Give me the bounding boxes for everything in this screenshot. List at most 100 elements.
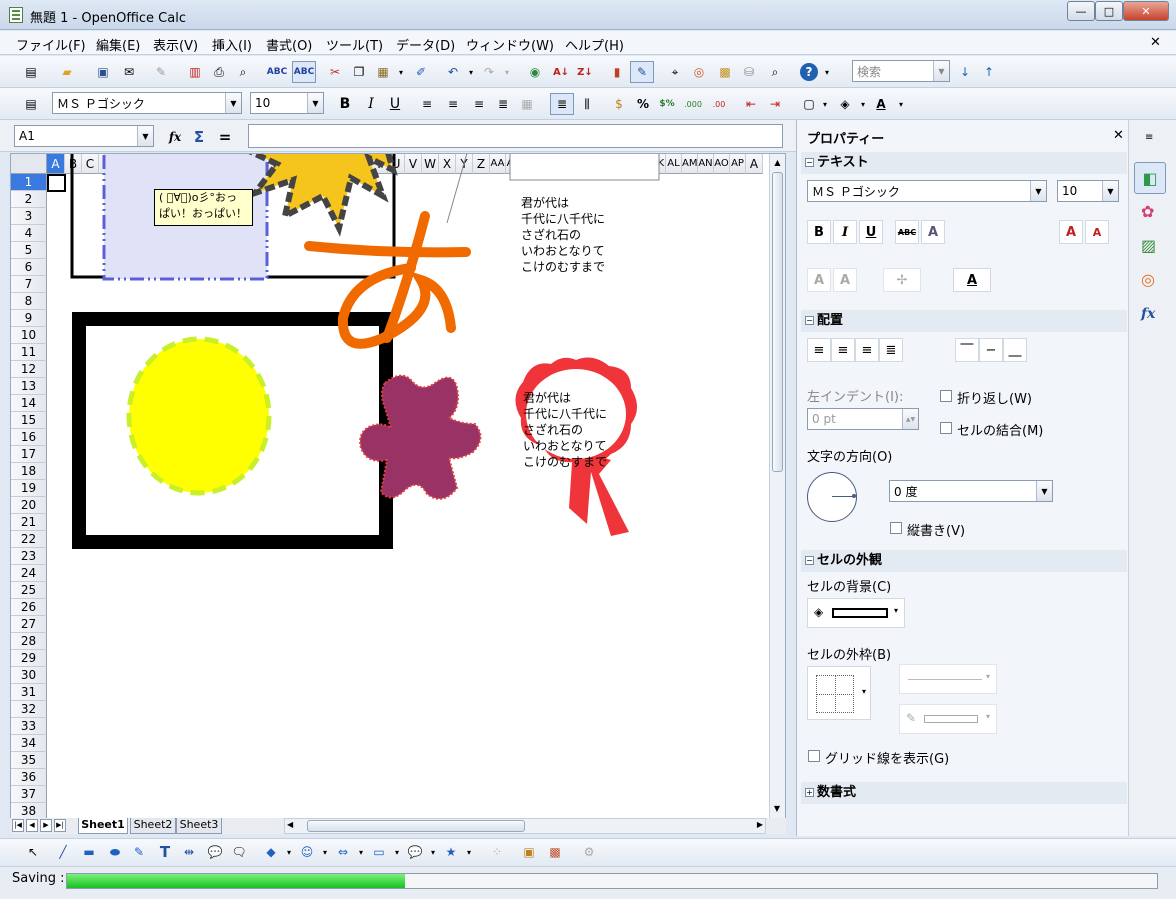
basic-shapes-dropdown-icon[interactable]: ▾ xyxy=(284,843,294,861)
hyperlink-icon[interactable]: ◉ xyxy=(526,63,544,81)
symbol-shapes-icon[interactable]: ☺ xyxy=(298,843,316,861)
formula-input[interactable] xyxy=(248,124,783,148)
first-sheet-icon[interactable]: |◀ xyxy=(12,819,24,832)
vertical-text-icon[interactable]: ⇹ xyxy=(180,843,198,861)
undo-dropdown-icon[interactable]: ▾ xyxy=(466,63,476,81)
insert-image-icon[interactable]: ▩ xyxy=(546,843,564,861)
menu-insert[interactable]: 挿入(I) xyxy=(212,35,252,54)
sum-icon[interactable]: Σ xyxy=(190,128,208,146)
sidebar-font-dropdown-icon[interactable]: ▼ xyxy=(1030,181,1046,201)
export-pdf-icon[interactable]: ▥ xyxy=(186,63,204,81)
angle-dial[interactable] xyxy=(807,472,857,522)
angle-dropdown-icon[interactable]: ▼ xyxy=(1036,481,1052,501)
vertical-align-icon[interactable]: ⫼ xyxy=(578,95,596,113)
sidebar-align-right-icon[interactable]: ≡ xyxy=(855,338,879,362)
stars-icon[interactable]: ★ xyxy=(442,843,460,861)
background-color-icon[interactable]: ◈ xyxy=(836,95,854,113)
stars-dropdown-icon[interactable]: ▾ xyxy=(464,843,474,861)
styles-icon[interactable]: ▤ xyxy=(22,95,40,113)
doc-close-icon[interactable]: ✕ xyxy=(1150,35,1161,50)
minimize-button[interactable]: — xyxy=(1067,1,1095,21)
print-icon[interactable]: ⎙ xyxy=(210,63,228,81)
valign-middle-icon[interactable]: − xyxy=(979,338,1003,362)
grid-checkbox[interactable] xyxy=(808,750,820,762)
poem-plain[interactable]: 君が代は 千代に八千代に さざれ石の いわおとなりて こけのむすまで xyxy=(523,390,671,470)
sidebar-font-size[interactable]: 10 ▼ xyxy=(1057,180,1119,202)
line-style-picker[interactable]: ▾ xyxy=(899,664,997,694)
increase-indent-icon[interactable]: ⇥ xyxy=(766,95,784,113)
functions-tab-icon[interactable]: fx xyxy=(1141,306,1155,322)
sort-ascending-icon[interactable]: A↓ xyxy=(552,63,570,81)
line-color-picker[interactable]: ✎ ▾ xyxy=(899,704,997,734)
navigator-tab-icon[interactable]: ◎ xyxy=(1141,270,1155,289)
bg-color-picker[interactable]: ◈ ▾ xyxy=(807,598,905,628)
menu-help[interactable]: ヘルプ(H) xyxy=(565,35,624,54)
function-wizard-icon[interactable]: fx xyxy=(166,128,184,146)
redo-icon[interactable]: ↷ xyxy=(480,63,498,81)
text-icon[interactable]: T xyxy=(156,843,174,861)
sidebar-justify-icon[interactable]: ≣ xyxy=(879,338,903,362)
sidebar-font-name[interactable]: ＭＳ Ｐゴシック ▼ xyxy=(807,180,1047,202)
sidebar-align-center-icon[interactable]: ≡ xyxy=(831,338,855,362)
rectangle-icon[interactable]: ▬ xyxy=(80,843,98,861)
help-dropdown-icon[interactable]: ▾ xyxy=(822,63,832,81)
vertical-scrollbar[interactable]: ▲ ▼ xyxy=(769,154,785,818)
spreadsheet-grid[interactable]: ABCDEFGHIJKLMNOPQRSTUVWXYZAAABACADAEAFAG… xyxy=(10,153,786,819)
sidebar-font-color-icon[interactable]: A xyxy=(953,268,991,292)
next-sheet-icon[interactable]: ▶ xyxy=(40,819,52,832)
sidebar-italic-button[interactable]: I xyxy=(833,220,857,244)
remove-decimal-icon[interactable]: .00 xyxy=(710,95,728,113)
sidebar-menu-icon[interactable]: ≡ xyxy=(1145,132,1153,143)
currency-icon[interactable]: $ xyxy=(610,95,628,113)
basic-shapes-icon[interactable]: ◆ xyxy=(262,843,280,861)
horizontal-scroll-thumb[interactable] xyxy=(307,820,525,832)
poem-boxed[interactable]: 君が代は 千代に八千代に さざれ石の いわおとなりて こけのむすまで xyxy=(521,195,669,275)
decrease-indent-icon[interactable]: ⇤ xyxy=(742,95,760,113)
section-text[interactable]: − テキスト xyxy=(801,152,1127,174)
menu-window[interactable]: ウィンドウ(W) xyxy=(466,35,554,54)
superscript-icon[interactable]: A xyxy=(807,268,831,292)
redo-dropdown-icon[interactable]: ▾ xyxy=(502,63,512,81)
name-box[interactable]: A1 ▼ xyxy=(14,125,154,147)
borders-icon[interactable]: ▢ xyxy=(800,95,818,113)
sheet-tab-3[interactable]: Sheet3 xyxy=(176,818,222,834)
valign-top-icon[interactable]: ⎺ xyxy=(955,338,979,362)
symbol-shapes-dropdown-icon[interactable]: ▾ xyxy=(320,843,330,861)
sidebar-shadow-button[interactable]: A xyxy=(921,220,945,244)
line-color-dropdown-icon[interactable]: ▾ xyxy=(986,712,990,721)
properties-tab-icon[interactable]: ◧ xyxy=(1134,162,1166,194)
navigator-icon[interactable]: ◎ xyxy=(690,63,708,81)
sidebar-underline-button[interactable]: U xyxy=(859,220,883,244)
auto-spellcheck-icon[interactable]: ABC xyxy=(292,61,316,83)
merge-checkbox[interactable] xyxy=(940,422,952,434)
clone-format-icon[interactable]: ✐ xyxy=(412,63,430,81)
explosion-star[interactable] xyxy=(246,153,417,237)
close-button[interactable]: ✕ xyxy=(1123,1,1169,21)
zoom-icon[interactable]: ⌕ xyxy=(766,63,784,81)
vertical-callout-icon[interactable]: 🗨 xyxy=(230,843,248,861)
spacing-icon[interactable]: ✢ xyxy=(883,268,921,292)
menu-file[interactable]: ファイル(F) xyxy=(16,35,86,54)
sort-descending-icon[interactable]: Z↓ xyxy=(576,63,594,81)
find-previous-icon[interactable]: ↑ xyxy=(980,63,998,81)
gallery-icon[interactable]: ▩ xyxy=(716,63,734,81)
callouts-dropdown-icon[interactable]: ▾ xyxy=(428,843,438,861)
background-dropdown-icon[interactable]: ▾ xyxy=(858,95,868,113)
wrap-text-icon[interactable]: ≣ xyxy=(550,93,574,115)
paste-dropdown-icon[interactable]: ▾ xyxy=(396,63,406,81)
indent-input[interactable]: 0 pt ▲▼ xyxy=(807,408,919,430)
font-name-box[interactable]: ＭＳ Ｐゴシック ▼ xyxy=(52,92,242,114)
font-size-box[interactable]: 10 ▼ xyxy=(250,92,324,114)
open-icon[interactable]: ▰ xyxy=(58,63,76,81)
line-icon[interactable]: ╱ xyxy=(54,843,72,861)
hiragana-stroke-top[interactable] xyxy=(304,241,471,258)
last-sheet-icon[interactable]: ▶| xyxy=(54,819,66,832)
increase-font-icon[interactable]: A xyxy=(1059,220,1083,244)
underline-icon[interactable]: U xyxy=(386,95,404,113)
scroll-up-icon[interactable]: ▲ xyxy=(770,154,785,172)
search-input[interactable]: 検索 ▼ xyxy=(852,60,950,82)
spellcheck-icon[interactable]: ABC xyxy=(267,63,287,81)
draw-functions-icon[interactable]: ✎ xyxy=(630,61,654,83)
scroll-left-icon[interactable]: ◀ xyxy=(287,820,293,829)
new-icon[interactable]: ▤ xyxy=(22,63,40,81)
